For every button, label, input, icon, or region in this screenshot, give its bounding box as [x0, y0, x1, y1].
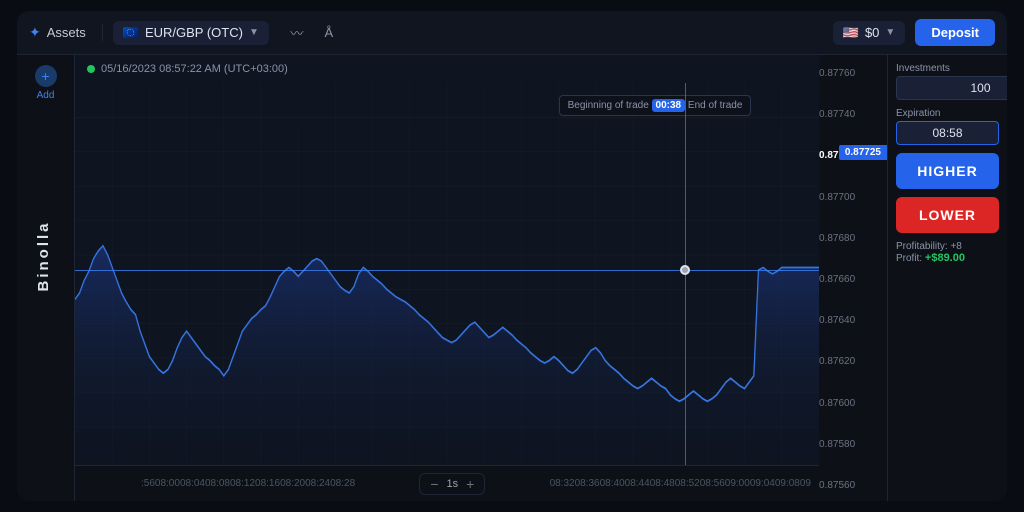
- time-label-3: 08:08: [205, 478, 230, 489]
- investment-row: $: [896, 76, 999, 100]
- time-label-8: 08:28: [330, 478, 355, 489]
- profit-value: +$89.00: [925, 252, 965, 264]
- time-label-11: 08:40: [600, 478, 625, 489]
- expiration-section: Expiration: [896, 108, 999, 145]
- price-label-8: 0.87600: [819, 398, 863, 409]
- higher-button[interactable]: HIGHER: [896, 153, 999, 189]
- investments-section: Investments $: [896, 63, 999, 100]
- price-label-6: 0.87640: [819, 315, 863, 326]
- time-label-18: 09:08: [775, 478, 800, 489]
- time-label-14: 08:52: [675, 478, 700, 489]
- pair-label: EUR/GBP (OTC): [145, 25, 243, 40]
- right-panel: Investments $ Expiration HIGHER LOWER Pr…: [887, 55, 1007, 501]
- time-label-9: 08:32: [550, 478, 575, 489]
- pair-selector[interactable]: 🇪🇺 EUR/GBP (OTC) ▼: [113, 21, 269, 45]
- time-label-2: 08:04: [180, 478, 205, 489]
- zoom-controls[interactable]: − 1s +: [419, 473, 485, 495]
- trade-annotation-start: Beginning of trade: [568, 100, 649, 111]
- price-label-5: 0.87660: [819, 274, 863, 285]
- profitability-section: Profitability: +8 Profit: +$89.00: [896, 241, 999, 264]
- time-label-19: 09: [800, 478, 811, 489]
- balance-value: $0: [865, 25, 879, 40]
- current-price-dot: [680, 265, 690, 275]
- price-label-1: 0.87740: [819, 109, 863, 120]
- deposit-button[interactable]: Deposit: [915, 19, 995, 46]
- expiration-label: Expiration: [896, 108, 999, 119]
- time-label-7: 08:24: [305, 478, 330, 489]
- time-label-13: 08:48: [650, 478, 675, 489]
- flag-eu-icon: 🇪🇺: [123, 25, 139, 41]
- price-label-10: 0.87560: [819, 480, 863, 491]
- price-label-4: 0.87680: [819, 233, 863, 244]
- trade-annotation: Beginning of trade 00:38 End of trade: [559, 95, 752, 116]
- line-chart-btn[interactable]: 〰: [283, 19, 311, 47]
- add-label: Add: [37, 90, 55, 101]
- time-label-10: 08:36: [575, 478, 600, 489]
- price-label-0: 0.87760: [819, 68, 863, 79]
- time-label-12: 08:44: [625, 478, 650, 489]
- time-label-6: 08:20: [280, 478, 305, 489]
- add-asset-button[interactable]: + Add: [35, 65, 57, 101]
- price-horizontal-line: [75, 270, 819, 271]
- chart-type-buttons: 〰 Å: [283, 19, 343, 47]
- binolla-text: Binolla: [35, 220, 52, 291]
- binolla-logo: Binolla: [35, 220, 52, 291]
- datetime-bar: 05/16/2023 08:57:22 AM (UTC+03:00): [75, 55, 819, 83]
- time-label-5: 08:16: [255, 478, 280, 489]
- zoom-out-button[interactable]: −: [430, 476, 438, 492]
- live-indicator: [87, 65, 95, 73]
- zoom-in-button[interactable]: +: [466, 476, 474, 492]
- time-label-1: 08:00: [155, 478, 180, 489]
- time-axis-row: :56 08:00 08:04 08:08 08:12 08:16 08:20 …: [75, 465, 819, 501]
- expiration-input[interactable]: [896, 121, 999, 145]
- flag-us-icon: 🇺🇸: [843, 25, 859, 41]
- chart-area[interactable]: Beginning of trade 00:38 End of trade: [75, 83, 819, 465]
- time-label-15: 08:56: [700, 478, 725, 489]
- price-label-9: 0.87580: [819, 439, 863, 450]
- time-axis: :56 08:00 08:04 08:08 08:12 08:16 08:20 …: [133, 473, 819, 495]
- balance-display[interactable]: 🇺🇸 $0 ▼: [833, 21, 906, 45]
- price-chart-svg: [75, 83, 819, 465]
- candle-chart-btn[interactable]: Å: [315, 19, 343, 47]
- topbar: ✦ Assets 🇪🇺 EUR/GBP (OTC) ▼ 〰 Å 🇺🇸 $0 ▼ …: [17, 11, 1007, 55]
- time-label-17: 09:04: [750, 478, 775, 489]
- price-axis: 0.87760 0.87740 0.87725 0.87725 0.87700 …: [819, 55, 887, 501]
- datetime-text: 05/16/2023 08:57:22 AM (UTC+03:00): [101, 63, 288, 75]
- trade-time-badge: 00:38: [652, 99, 686, 112]
- balance-chevron-icon: ▼: [885, 27, 895, 38]
- profit-label: Profit:: [896, 253, 922, 264]
- investment-input[interactable]: [896, 76, 1007, 100]
- profitability-text: Profitability: +8: [896, 241, 999, 252]
- time-label-0: :56: [141, 478, 155, 489]
- time-label-4: 08:12: [230, 478, 255, 489]
- chevron-down-icon: ▼: [249, 27, 259, 38]
- trade-annotation-end: End of trade: [688, 100, 742, 111]
- plus-icon: +: [35, 65, 57, 87]
- assets-section: ✦ Assets: [29, 24, 103, 41]
- assets-label: Assets: [47, 25, 86, 40]
- price-label-3: 0.87700: [819, 192, 863, 203]
- right-controls: 🇺🇸 $0 ▼ Deposit: [833, 19, 995, 46]
- investments-label: Investments: [896, 63, 999, 74]
- lower-button[interactable]: LOWER: [896, 197, 999, 233]
- current-price-tag: 0.87725: [839, 145, 887, 160]
- content-area: + Add 05/16/2023 08:57:22 AM (UTC+03:00)…: [17, 55, 1007, 501]
- time-label-16: 09:00: [725, 478, 750, 489]
- assets-icon: ✦: [29, 24, 41, 41]
- zoom-level: 1s: [447, 478, 459, 490]
- price-label-7: 0.87620: [819, 356, 863, 367]
- chart-wrapper: 05/16/2023 08:57:22 AM (UTC+03:00) Begin…: [75, 55, 819, 501]
